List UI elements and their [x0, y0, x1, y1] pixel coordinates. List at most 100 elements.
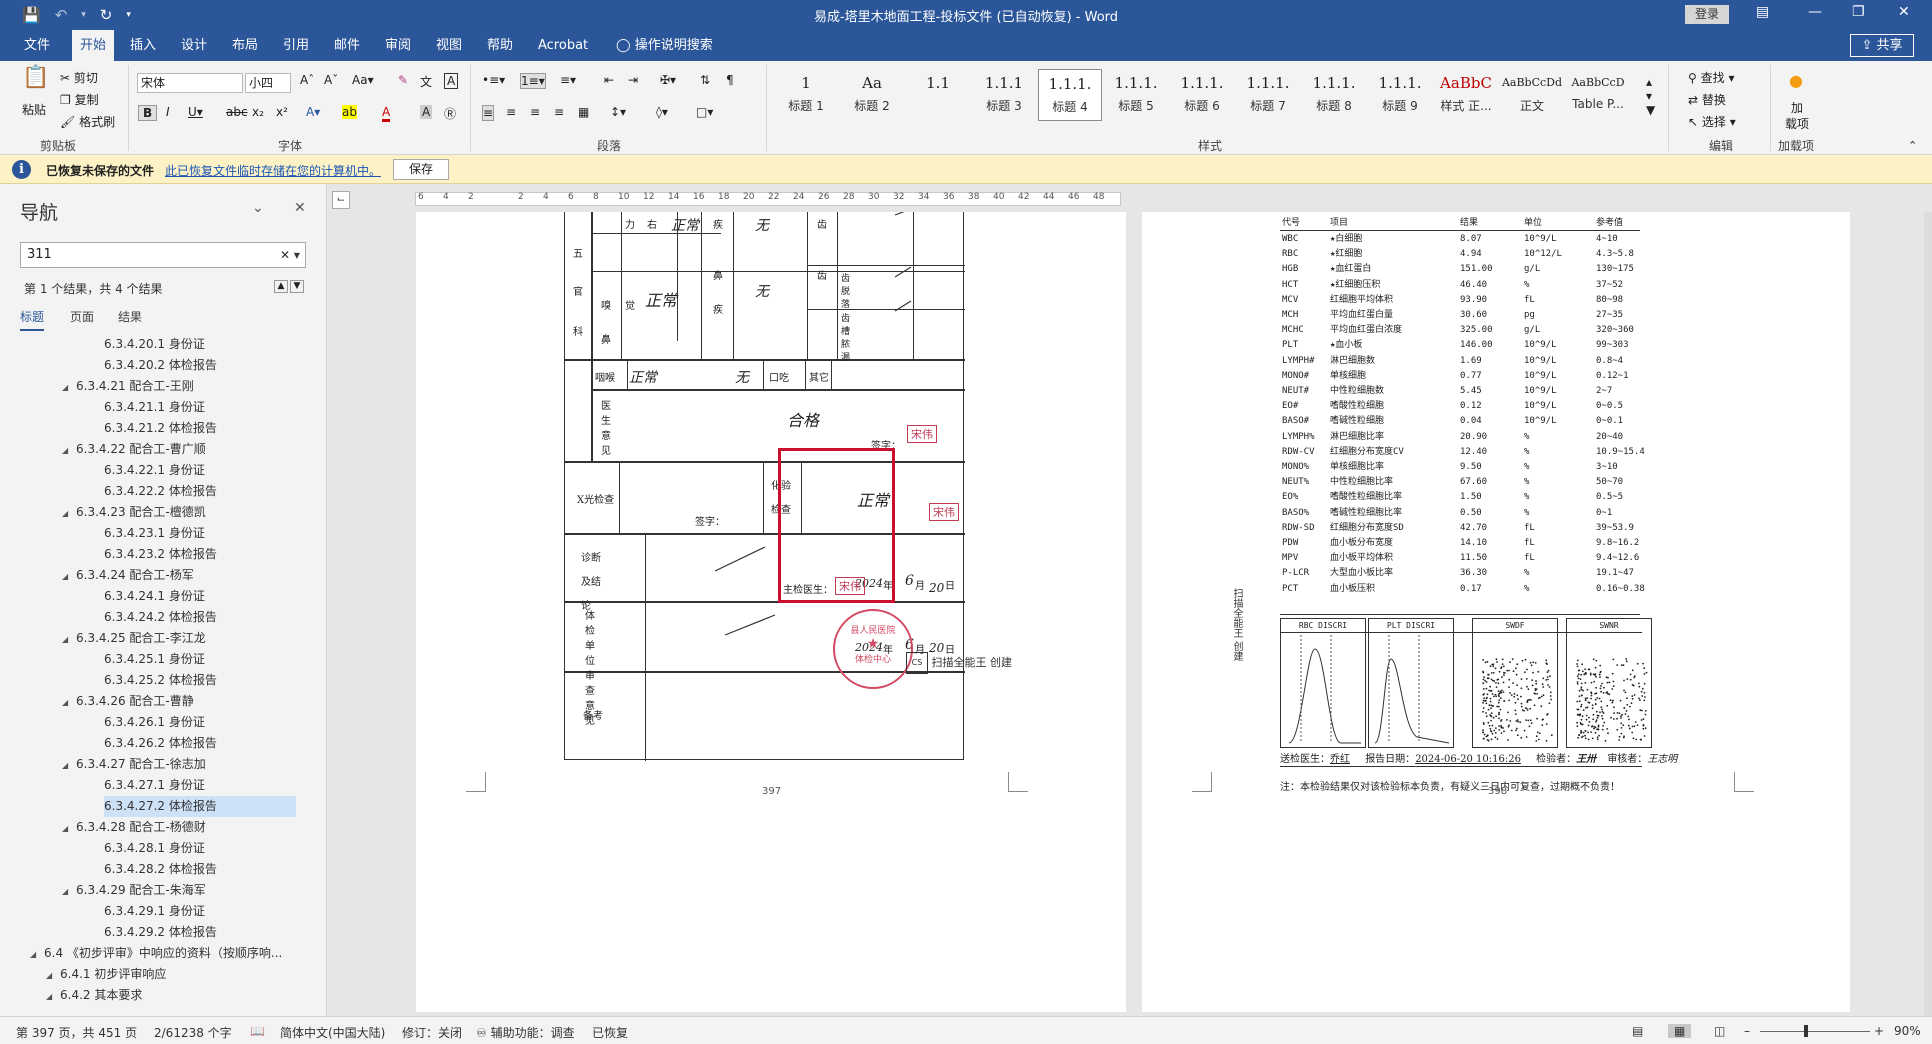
nav-options-icon[interactable]: ⌄	[252, 200, 264, 216]
font-name-box[interactable]: 宋体	[137, 73, 243, 93]
nav-tab-headings[interactable]: 标题	[20, 308, 45, 331]
ribbon-display-icon[interactable]: ▤	[1756, 4, 1769, 20]
style-item[interactable]: 1.1.1. 标题 4	[1038, 69, 1102, 121]
addins-label-1[interactable]: 加	[1791, 99, 1803, 116]
zoom-slider-thumb[interactable]	[1804, 1025, 1808, 1037]
accessibility[interactable]: ♾ 辅助功能：调查	[476, 1024, 575, 1041]
paste-button[interactable]: 粘贴	[22, 101, 46, 118]
find-button[interactable]: ⚲ 查找 ▾	[1688, 69, 1734, 86]
nav-heading-item[interactable]: 6.3.4.21.1 身份证	[104, 397, 205, 418]
nav-search-input[interactable]: 311	[20, 242, 306, 268]
superscript-icon[interactable]: x²	[276, 105, 288, 119]
nav-heading-item[interactable]: ◢ 6.4 《初步评审》中响应的资料（按顺序响...	[30, 943, 282, 964]
phonetic-guide-icon[interactable]: 文	[420, 73, 432, 90]
sort-icon[interactable]: ⇅	[700, 73, 710, 87]
style-item[interactable]: AaBbCcD Table P...	[1566, 69, 1630, 121]
nav-heading-item[interactable]: 6.3.4.23.1 身份证	[104, 523, 205, 544]
styles-scroll-icon[interactable]: ▴ ▾ ▼	[1646, 75, 1655, 117]
nav-heading-item[interactable]: 6.3.4.21.2 体检报告	[104, 418, 217, 439]
nav-heading-item[interactable]: 6.3.4.24.1 身份证	[104, 586, 205, 607]
style-item[interactable]: AaBbC 样式 正...	[1434, 69, 1498, 121]
nav-heading-item[interactable]: ◢ 6.3.4.29 配合工-朱海军	[62, 880, 206, 901]
bold-icon[interactable]: B	[138, 105, 158, 121]
nav-close-icon[interactable]: ✕	[294, 200, 306, 216]
nav-heading-item[interactable]: 6.3.4.28.1 身份证	[104, 838, 205, 859]
collapse-triangle-icon[interactable]: ◢	[62, 377, 70, 398]
tab-help[interactable]: 帮助	[483, 30, 517, 61]
line-spacing-icon[interactable]: ↕▾	[610, 105, 626, 119]
prev-result-icon[interactable]: ▲	[274, 280, 288, 293]
next-result-icon[interactable]: ▼	[290, 280, 304, 293]
subscript-icon[interactable]: x₂	[252, 105, 264, 119]
nav-tab-results[interactable]: 结果	[118, 308, 142, 325]
restore-icon[interactable]: ❐	[1852, 4, 1865, 20]
char-shading-icon[interactable]: A	[420, 105, 433, 119]
paste-icon[interactable]: 📋	[22, 67, 49, 97]
decrease-indent-icon[interactable]: ⇤	[604, 73, 614, 87]
share-button[interactable]: ⇪ 共享	[1850, 34, 1914, 57]
style-item[interactable]: 1.1.1. 标题 8	[1302, 69, 1366, 121]
select-button[interactable]: ↖ 选择 ▾	[1688, 113, 1736, 130]
tell-me-search[interactable]: ◯ 操作说明搜索	[612, 30, 717, 61]
tab-layout[interactable]: 布局	[228, 30, 262, 61]
nav-heading-item[interactable]: 6.3.4.26.2 体检报告	[104, 733, 217, 754]
style-item[interactable]: 1.1.1 标题 3	[972, 69, 1036, 121]
nav-heading-item[interactable]: ◢ 6.4.2 其本要求	[46, 985, 142, 1006]
tab-acrobat[interactable]: Acrobat	[534, 30, 592, 61]
customize-toolbar-icon[interactable]: ▾	[126, 10, 131, 20]
proofing-icon[interactable]: 📖	[250, 1024, 265, 1038]
collapse-triangle-icon[interactable]: ◢	[62, 818, 70, 839]
vertical-scrollbar[interactable]	[1924, 212, 1932, 1016]
collapse-triangle-icon[interactable]: ◢	[62, 629, 70, 650]
nav-heading-item[interactable]: 6.3.4.22.2 体检报告	[104, 481, 217, 502]
zoom-level[interactable]: 90%	[1894, 1024, 1921, 1038]
nav-heading-item[interactable]: ◢ 6.4.1 初步评审响应	[46, 964, 166, 985]
char-border-icon[interactable]: A	[444, 73, 459, 89]
enclose-chars-icon[interactable]: Ⓡ	[444, 105, 456, 122]
minimize-icon[interactable]: —	[1808, 4, 1822, 20]
undo-icon[interactable]: ↶	[55, 6, 68, 24]
tab-design[interactable]: 设计	[177, 30, 211, 61]
clear-format-icon[interactable]: ✎	[398, 73, 408, 87]
tab-mailings[interactable]: 邮件	[330, 30, 364, 61]
login-button[interactable]: 登录	[1685, 5, 1729, 24]
nav-tab-pages[interactable]: 页面	[70, 308, 94, 325]
format-painter-button[interactable]: 🖌 格式刷	[60, 113, 115, 130]
increase-indent-icon[interactable]: ⇥	[628, 73, 638, 87]
tab-review[interactable]: 审阅	[381, 30, 415, 61]
align-center-icon[interactable]: ≡	[506, 105, 516, 119]
style-item[interactable]: 1.1	[906, 69, 970, 121]
nav-heading-item[interactable]: 6.3.4.29.1 身份证	[104, 901, 205, 922]
nav-heading-item[interactable]: 6.3.4.29.2 体检报告	[104, 922, 217, 943]
zoom-in-icon[interactable]: +	[1874, 1024, 1884, 1038]
nav-heading-item[interactable]: 6.3.4.28.2 体检报告	[104, 859, 217, 880]
web-layout-icon[interactable]: ◫	[1714, 1024, 1725, 1038]
nav-heading-item[interactable]: ◢ 6.3.4.26 配合工-曹静	[62, 691, 194, 712]
style-item[interactable]: 1.1.1. 标题 7	[1236, 69, 1300, 121]
addins-icon[interactable]: ●	[1789, 71, 1803, 90]
page-397[interactable]: 五 官 科 力 右 疾 齿 嗅 觉 鼻 鼻 疾 齿 齿脱落 齿槽脓漏 咽喉 口吃…	[416, 212, 1126, 1012]
style-item[interactable]: 1.1.1. 标题 6	[1170, 69, 1234, 121]
print-layout-icon[interactable]: ▦	[1668, 1024, 1692, 1038]
nav-heading-item[interactable]: 6.3.4.27.2 体检报告	[104, 796, 296, 817]
collapse-triangle-icon[interactable]: ◢	[30, 944, 38, 965]
nav-heading-item[interactable]: 6.3.4.25.2 体检报告	[104, 670, 217, 691]
collapse-triangle-icon[interactable]: ◢	[62, 755, 70, 776]
grow-font-icon[interactable]: Aˆ	[300, 73, 314, 87]
nav-heading-item[interactable]: 6.3.4.22.1 身份证	[104, 460, 205, 481]
nav-heading-item[interactable]: ◢ 6.3.4.21 配合工-王刚	[62, 376, 194, 397]
collapse-triangle-icon[interactable]: ◢	[62, 503, 70, 524]
align-right-icon[interactable]: ≡	[530, 105, 540, 119]
font-color-icon[interactable]: A	[382, 105, 391, 122]
page-398[interactable]: 代号 项目 结果 单位 参考值 WBC ★白细胞 8.07 10^9/L 4~10 RBC…	[1142, 212, 1850, 1012]
nav-heading-item[interactable]: 6.3.4.20.1 身份证	[104, 334, 205, 355]
zoom-out-icon[interactable]: –	[1744, 1024, 1750, 1038]
shading-icon[interactable]: ◊▾	[656, 105, 668, 119]
align-left-icon[interactable]: ≡	[482, 105, 495, 121]
chinese-layout-icon[interactable]: ✠▾	[660, 73, 676, 87]
nav-heading-item[interactable]: ◢ 6.3.4.24 配合工-杨军	[62, 565, 194, 586]
tab-references[interactable]: 引用	[279, 30, 313, 61]
copy-button[interactable]: ❐ 复制	[60, 91, 99, 108]
collapse-triangle-icon[interactable]: ◢	[62, 440, 70, 461]
style-item[interactable]: 1.1.1. 标题 9	[1368, 69, 1432, 121]
